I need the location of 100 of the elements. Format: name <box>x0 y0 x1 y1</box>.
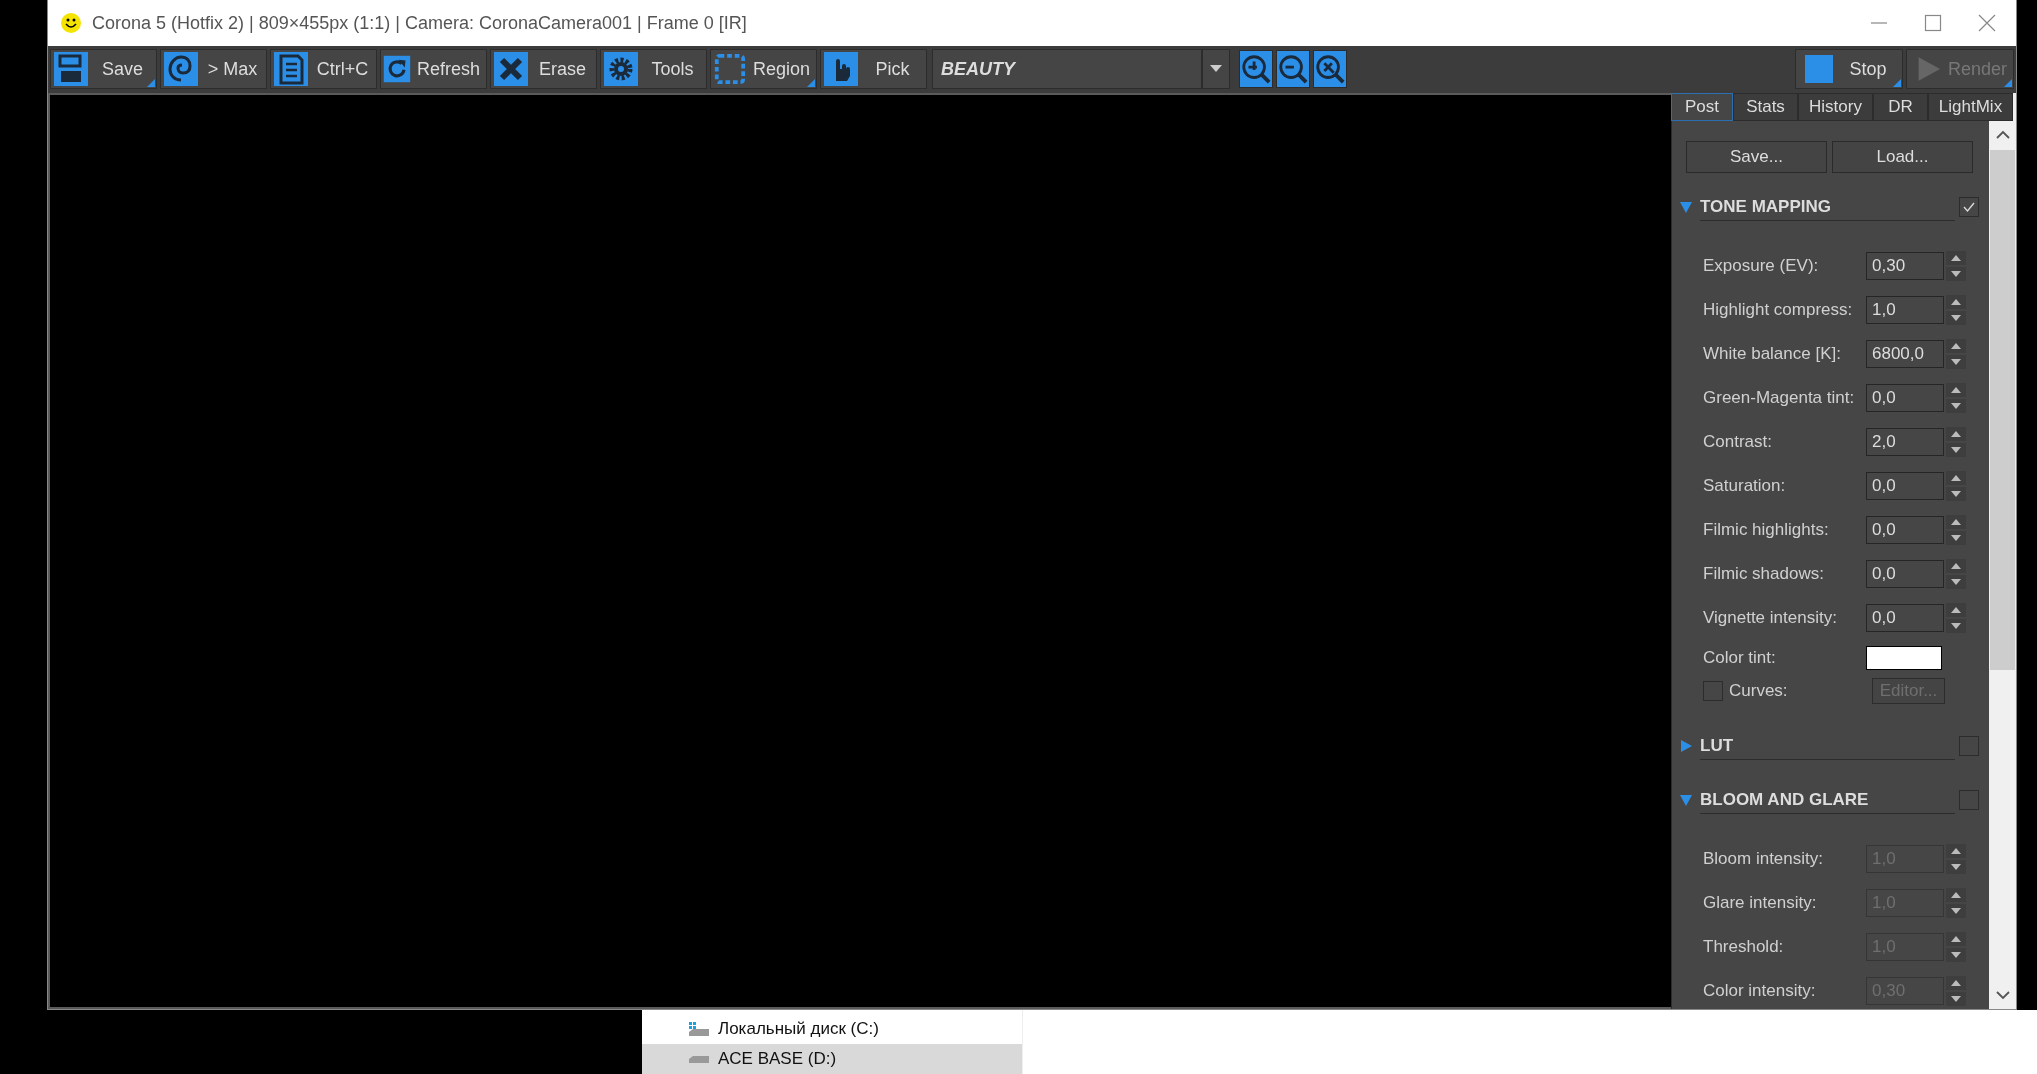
spin-down-button[interactable] <box>1946 860 1966 874</box>
collapsed-triangle-icon[interactable] <box>1680 740 1692 752</box>
down-arrow-icon <box>1951 952 1961 958</box>
down-arrow-icon <box>1951 403 1961 409</box>
spin-down-button[interactable] <box>1946 267 1966 281</box>
panel-tab[interactable]: DR <box>1873 93 1928 121</box>
maximize-icon[interactable] <box>1924 14 1942 32</box>
zoom-reset-button[interactable] <box>1313 50 1347 88</box>
drive-item[interactable]: Локальный диск (C:) <box>642 1014 1022 1044</box>
up-arrow-icon <box>1951 387 1961 393</box>
field-label: Contrast: <box>1703 432 1773 452</box>
field-label: Filmic highlights: <box>1703 520 1830 540</box>
zoom-reset-icon <box>1314 52 1346 86</box>
spin-up-button[interactable] <box>1946 427 1966 441</box>
up-arrow-icon <box>1951 431 1961 437</box>
field-label: Bloom intensity: <box>1703 849 1824 869</box>
chevron-down-icon <box>1995 991 2010 1000</box>
panel-tab[interactable]: Stats <box>1733 93 1798 121</box>
zoom-in-button[interactable] <box>1239 50 1273 88</box>
spin-up-button[interactable] <box>1946 976 1966 990</box>
copy-button[interactable]: Ctrl+C <box>270 49 377 89</box>
pass-dropdown[interactable]: BEAUTY <box>932 49 1230 89</box>
spin-up-button[interactable] <box>1946 603 1966 617</box>
spin-up-button[interactable] <box>1946 515 1966 529</box>
down-arrow-icon <box>1951 271 1961 277</box>
spin-up-button[interactable] <box>1946 932 1966 946</box>
field-label: Color tint: <box>1703 648 1777 668</box>
spin-up-button[interactable] <box>1946 471 1966 485</box>
value-field[interactable]: 1,0 <box>1866 296 1944 324</box>
save-button[interactable]: Save <box>50 49 157 89</box>
value-field[interactable]: 0,0 <box>1866 560 1944 588</box>
field-label: White balance [K]: <box>1703 344 1842 364</box>
spin-down-button[interactable] <box>1946 575 1966 589</box>
section-title: BLOOM AND GLARE <box>1700 786 1955 814</box>
expanded-triangle-icon[interactable] <box>1680 794 1692 806</box>
spin-up-button[interactable] <box>1946 888 1966 902</box>
down-arrow-icon <box>1951 359 1961 365</box>
document-icon <box>273 51 309 87</box>
value-field[interactable]: 0,0 <box>1866 516 1944 544</box>
stop-button[interactable]: Stop <box>1795 49 1903 89</box>
value-field[interactable]: 0,0 <box>1866 384 1944 412</box>
value-field[interactable]: 0,0 <box>1866 472 1944 500</box>
load-preset-button[interactable]: Load... <box>1832 141 1973 173</box>
panel-tab[interactable]: LightMix <box>1928 93 2013 121</box>
tools-button[interactable]: Tools <box>600 49 707 89</box>
spin-down-button[interactable] <box>1946 904 1966 918</box>
spin-up-button[interactable] <box>1946 844 1966 858</box>
close-icon[interactable] <box>1978 14 1996 32</box>
refresh-button[interactable]: Refresh <box>380 49 487 89</box>
down-arrow-icon <box>1951 447 1961 453</box>
spin-down-button[interactable] <box>1946 531 1966 545</box>
color-swatch[interactable] <box>1866 646 1942 670</box>
spin-down-button[interactable] <box>1946 355 1966 369</box>
gear-icon <box>603 51 639 87</box>
spin-up-button[interactable] <box>1946 295 1966 309</box>
smiley-icon <box>60 12 82 34</box>
spin-up-button[interactable] <box>1946 339 1966 353</box>
value-field[interactable]: 0,30 <box>1866 252 1944 280</box>
spin-up-button[interactable] <box>1946 251 1966 265</box>
pick-button[interactable]: Pick <box>820 49 927 89</box>
spin-down-button[interactable] <box>1946 399 1966 413</box>
field-label: Highlight compress: <box>1703 300 1854 320</box>
up-arrow-icon <box>1951 892 1961 898</box>
zoom-out-button[interactable] <box>1276 50 1310 88</box>
up-arrow-icon <box>1951 519 1961 525</box>
checkbox[interactable] <box>1959 790 1979 810</box>
drive-item[interactable]: ACE BASE (D:) <box>642 1044 1022 1074</box>
max-button[interactable]: > Max <box>160 49 267 89</box>
region-button[interactable]: Region <box>710 49 817 89</box>
panel-tab[interactable]: Post <box>1671 93 1733 121</box>
scrollbar-thumb[interactable] <box>1990 150 2015 670</box>
spin-down-button[interactable] <box>1946 311 1966 325</box>
down-arrow-icon <box>1951 315 1961 321</box>
value-field[interactable]: 2,0 <box>1866 428 1944 456</box>
section-title: TONE MAPPING <box>1700 193 1955 221</box>
square-icon <box>1804 54 1834 84</box>
field-label: Color intensity: <box>1703 981 1817 1001</box>
up-arrow-icon <box>1951 936 1961 942</box>
checkbox[interactable] <box>1959 736 1979 756</box>
value-field[interactable]: 0,0 <box>1866 604 1944 632</box>
cross-icon <box>493 51 529 87</box>
spin-up-button[interactable] <box>1946 383 1966 397</box>
down-arrow-icon <box>1951 491 1961 497</box>
checkbox[interactable] <box>1959 197 1979 217</box>
spin-down-button[interactable] <box>1946 619 1966 633</box>
expanded-triangle-icon[interactable] <box>1680 201 1692 213</box>
spin-up-button[interactable] <box>1946 559 1966 573</box>
field-label: Green-Magenta tint: <box>1703 388 1856 408</box>
spin-down-button[interactable] <box>1946 443 1966 457</box>
window-title: Corona 5 (Hotfix 2) | 809×455px (1:1) | Camera: CoronaCamera001 | Frame 0 [IR] <box>92 12 747 34</box>
zoom-in-icon <box>1240 52 1272 86</box>
spin-down-button[interactable] <box>1946 992 1966 1006</box>
spin-down-button[interactable] <box>1946 948 1966 962</box>
spin-down-button[interactable] <box>1946 487 1966 501</box>
field-label: Curves: <box>1729 681 1789 701</box>
panel-tab[interactable]: History <box>1798 93 1873 121</box>
value-field[interactable]: 6800,0 <box>1866 340 1944 368</box>
section-title: LUT <box>1700 732 1955 760</box>
save-preset-button[interactable]: Save... <box>1686 141 1827 173</box>
erase-button[interactable]: Erase <box>490 49 597 89</box>
